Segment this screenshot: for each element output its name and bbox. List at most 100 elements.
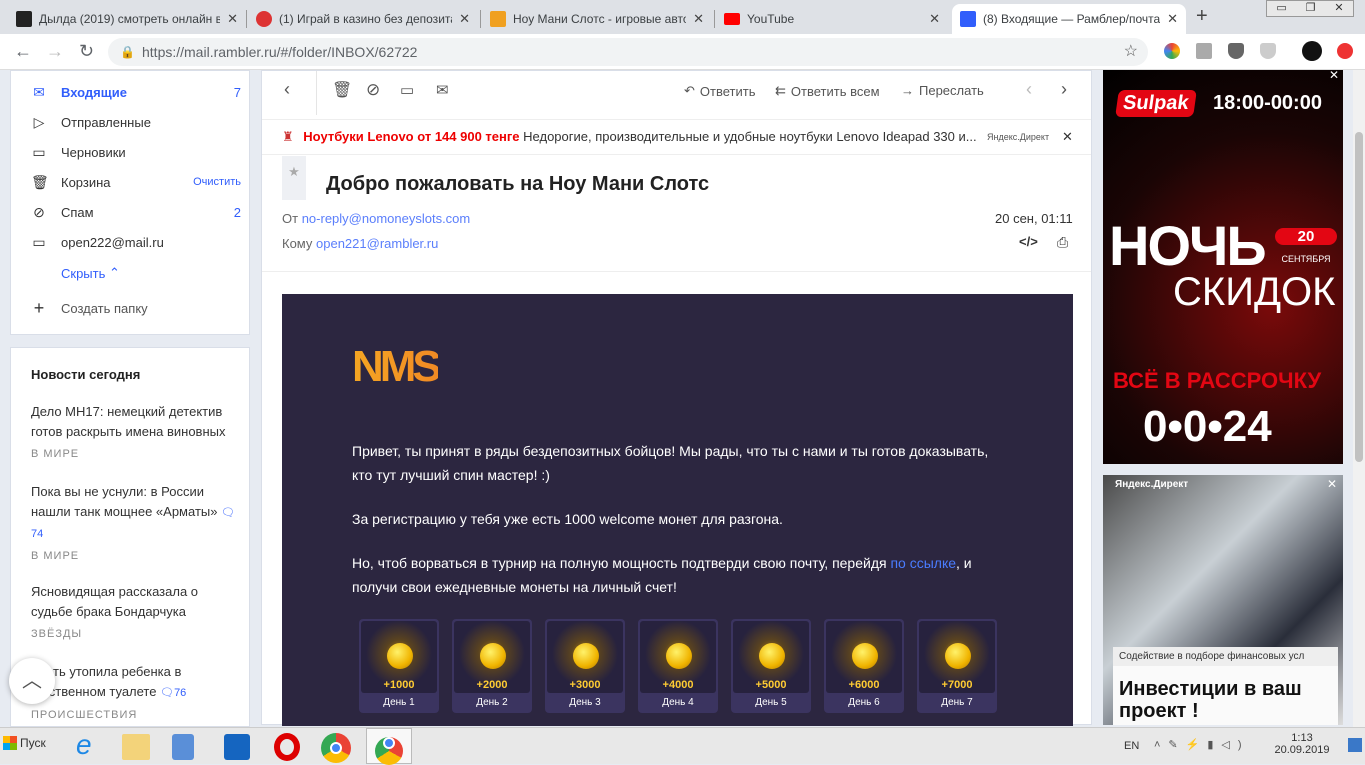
mark-unread-icon[interactable]: ✉: [436, 81, 449, 99]
profile-avatar[interactable]: [1302, 41, 1322, 61]
reply-icon: ↶: [684, 83, 695, 98]
close-ad-icon[interactable]: ✕: [1062, 120, 1073, 154]
folder-drafts[interactable]: ▭ Черновики: [31, 137, 241, 167]
reply-all-icon: ⇇: [775, 83, 786, 98]
new-tab-button[interactable]: +: [1196, 5, 1208, 28]
back-to-list-button[interactable]: ‹: [284, 79, 290, 100]
language-indicator[interactable]: EN: [1124, 740, 1139, 752]
close-tab-icon[interactable]: ✕: [929, 11, 940, 27]
recipient-email[interactable]: open221@rambler.ru: [316, 236, 438, 251]
folder-sent[interactable]: ▷ Отправленные: [31, 107, 241, 137]
clock[interactable]: 1:13 20.09.2019: [1274, 732, 1330, 756]
folder-spam[interactable]: ⊘ Спам 2: [31, 197, 241, 227]
create-folder-label: Создать папку: [61, 300, 148, 316]
media-player-icon[interactable]: [172, 734, 194, 760]
print-icon[interactable]: ⎙: [1057, 234, 1068, 251]
tray-icons[interactable]: ˄✎⚡▮◁): [1154, 738, 1250, 751]
bookmark-star-icon[interactable]: ☆: [1124, 38, 1138, 66]
chrome-icon[interactable]: [321, 733, 351, 763]
reward-day: День 7: [941, 697, 973, 708]
back-button[interactable]: ←: [14, 41, 32, 62]
prev-message-button[interactable]: ‹: [1026, 79, 1032, 100]
folder-trash[interactable]: 🗑 Корзина Очистить: [31, 167, 241, 197]
news-category: В МИРЕ: [31, 550, 80, 562]
news-category: ЗВЁЗДЫ: [31, 628, 83, 640]
spam-icon[interactable]: ⊘: [366, 80, 380, 100]
shield-check-icon[interactable]: [1260, 43, 1276, 59]
close-window-button[interactable]: ✕: [1334, 1, 1343, 16]
chrome-active-window[interactable]: [366, 728, 412, 765]
clock-date: 20.09.2019: [1274, 744, 1330, 756]
close-ad-icon[interactable]: ✕: [1327, 477, 1337, 491]
url-input[interactable]: 🔒 https://mail.rambler.ru/#/folder/INBOX…: [108, 38, 1148, 66]
news-item[interactable]: Ясновидящая рассказала о судьбе брака Бо…: [31, 582, 236, 644]
extension-icon[interactable]: [1196, 43, 1212, 59]
tab-bar: Дылда (2019) смотреть онлайн в ✕ (1) Игра…: [0, 0, 1365, 34]
ad-banner[interactable]: ♜ Ноутбуки Lenovo от 144 900 тенге Недор…: [262, 119, 1091, 155]
forward-button[interactable]: →: [46, 41, 64, 62]
reward-day: День 4: [662, 697, 694, 708]
favorite-star-icon[interactable]: ★: [282, 156, 306, 200]
news-text: Ясновидящая рассказала о судьбе брака Бо…: [31, 584, 199, 619]
hide-folders-toggle[interactable]: Скрыть ⌃: [61, 258, 271, 288]
url-path: /#/folder/INBOX/62722: [276, 44, 418, 60]
show-desktop-button[interactable]: [1348, 738, 1362, 752]
news-text: Пока вы не уснули: в России нашли танк м…: [31, 484, 218, 519]
minimize-button[interactable]: ▭: [1276, 1, 1286, 16]
sender-email[interactable]: no-reply@nomoneyslots.com: [302, 211, 471, 226]
sulpak-ad[interactable]: ✕ Sulpak 18:00-00:00 НОЧЬ 20 СЕНТЯБРЯ СК…: [1103, 70, 1343, 464]
forward-button[interactable]: → Переслать: [901, 83, 984, 98]
recipient-row: Кому open221@rambler.ru: [282, 236, 438, 251]
reward-day: День 2: [476, 697, 508, 708]
yandex-direct-ad[interactable]: Яндекс.Директ ✕ Содействие в подборе фин…: [1103, 475, 1343, 725]
drafts-icon: ▭: [32, 143, 46, 160]
extension-icon[interactable]: [1164, 43, 1180, 59]
tab-dylda[interactable]: Дылда (2019) смотреть онлайн в ✕: [8, 4, 246, 34]
create-folder-button[interactable]: + Создать папку: [31, 293, 241, 323]
coin-icon: [852, 643, 878, 669]
coin-icon: [945, 643, 971, 669]
confirm-link[interactable]: по ссылке: [890, 555, 956, 571]
tab-nms[interactable]: Ноу Мани Слотс - игровые автома ✕: [482, 4, 712, 34]
ad-headline: НОЧЬ: [1109, 214, 1267, 277]
folder-custom[interactable]: ▭ open222@mail.ru: [31, 227, 241, 257]
news-item[interactable]: Дело МН17: немецкий детектив готов раскр…: [31, 402, 236, 464]
reply-button[interactable]: ↶ Ответить: [684, 83, 755, 99]
scroll-to-top-button[interactable]: ︿: [9, 658, 55, 704]
reply-all-label: Ответить всем: [790, 83, 880, 99]
news-item[interactable]: ть утопила ребенка в щественном туалете …: [31, 662, 236, 725]
reload-button[interactable]: ↻: [79, 41, 94, 62]
tab-rambler-mail[interactable]: (8) Входящие — Рамблер/почта ✕: [952, 4, 1186, 34]
bonus-text: За регистрацию у тебя уже есть 1000 welc…: [352, 511, 783, 527]
hide-label: Скрыть: [61, 265, 106, 281]
shield-icon[interactable]: [1228, 43, 1244, 59]
empty-trash-button[interactable]: Очистить: [193, 176, 241, 188]
sender-row: От no-reply@nomoneyslots.com: [282, 211, 470, 226]
reply-all-button[interactable]: ⇇ Ответить всем: [775, 83, 880, 99]
scrollbar-thumb[interactable]: [1355, 132, 1363, 462]
page-scrollbar[interactable]: [1353, 70, 1365, 727]
delete-icon[interactable]: 🗑: [332, 80, 352, 100]
folder-inbox[interactable]: ✉ Входящие 7: [31, 77, 241, 107]
close-tab-icon[interactable]: ✕: [227, 11, 238, 27]
close-tab-icon[interactable]: ✕: [1167, 11, 1178, 27]
view-source-icon[interactable]: </>: [1019, 234, 1038, 249]
close-tab-icon[interactable]: ✕: [693, 11, 704, 27]
maxthon-icon[interactable]: [224, 734, 250, 760]
next-message-button[interactable]: ›: [1061, 79, 1067, 100]
start-button[interactable]: Пуск: [3, 736, 46, 750]
tab-casino[interactable]: (1) Играй в казино без депозита ✕: [248, 4, 478, 34]
opera-icon[interactable]: [274, 733, 300, 761]
move-folder-icon[interactable]: ▭: [400, 81, 414, 99]
youtube-icon: [724, 13, 740, 25]
update-icon[interactable]: [1337, 43, 1353, 59]
maximize-button[interactable]: ❐: [1306, 1, 1316, 16]
close-tab-icon[interactable]: ✕: [459, 11, 470, 27]
explorer-icon[interactable]: [122, 734, 150, 760]
nms-logo: NMS: [352, 342, 442, 391]
news-item[interactable]: Пока вы не уснули: в России нашли танк м…: [31, 482, 236, 566]
reward-card: +4000 День 4: [638, 619, 718, 713]
tab-youtube[interactable]: YouTube ✕: [716, 4, 948, 34]
close-ad-icon[interactable]: ✕: [1329, 70, 1339, 82]
ie-icon[interactable]: e: [76, 731, 102, 760]
